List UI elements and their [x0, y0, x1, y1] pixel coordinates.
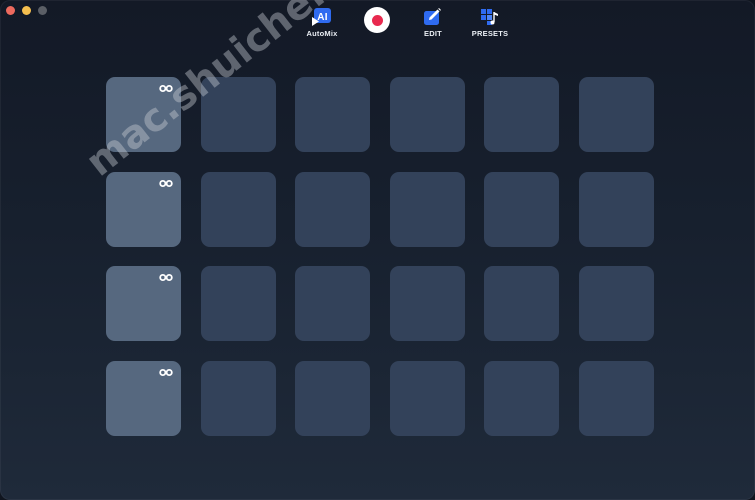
- automix-label: AutoMix: [306, 29, 338, 38]
- pad-24[interactable]: [578, 360, 654, 436]
- edit-label: EDIT: [424, 29, 442, 38]
- edit-button[interactable]: EDIT: [421, 8, 445, 38]
- presets-icon: [481, 9, 498, 25]
- record-button[interactable]: [364, 7, 390, 33]
- presets-label: PRESETS: [471, 29, 509, 38]
- pad-2[interactable]: [200, 77, 276, 152]
- pad-4[interactable]: [389, 77, 465, 152]
- edit-icon: [424, 8, 441, 25]
- window-controls: [6, 6, 47, 15]
- pad-8[interactable]: [200, 171, 276, 247]
- pad-3[interactable]: [295, 77, 370, 152]
- automix-button[interactable]: AI AutoMix: [306, 8, 338, 38]
- pad-1[interactable]: [106, 77, 181, 152]
- pad-grid: [106, 77, 654, 436]
- presets-button[interactable]: PRESETS: [472, 8, 508, 38]
- pad-15[interactable]: [295, 266, 370, 341]
- pad-16[interactable]: [389, 266, 465, 341]
- loop-icon: [159, 85, 173, 92]
- pad-12[interactable]: [578, 171, 654, 247]
- app-window: AI AutoMix EDIT PRESETS mac.shuiche.cc: [0, 0, 755, 500]
- automix-icon: AI: [312, 8, 331, 26]
- pad-17[interactable]: [484, 266, 559, 341]
- pad-7[interactable]: [106, 171, 181, 247]
- pad-9[interactable]: [295, 171, 370, 247]
- pad-19[interactable]: [106, 360, 181, 436]
- maximize-window-button[interactable]: [38, 6, 47, 15]
- pad-10[interactable]: [389, 171, 465, 247]
- pad-11[interactable]: [484, 171, 559, 247]
- pad-6[interactable]: [578, 77, 654, 152]
- minimize-window-button[interactable]: [22, 6, 31, 15]
- pad-20[interactable]: [200, 360, 276, 436]
- svg-text:AI: AI: [317, 12, 327, 23]
- loop-icon: [159, 368, 173, 376]
- pad-14[interactable]: [200, 266, 276, 341]
- pad-23[interactable]: [484, 360, 559, 436]
- loop-icon: [159, 179, 173, 187]
- pad-18[interactable]: [578, 266, 654, 341]
- pad-5[interactable]: [484, 77, 559, 152]
- pad-22[interactable]: [389, 360, 465, 436]
- loop-icon: [159, 274, 173, 281]
- pad-21[interactable]: [295, 360, 370, 436]
- pad-13[interactable]: [106, 266, 181, 341]
- record-dot-icon: [371, 14, 383, 26]
- close-window-button[interactable]: [6, 6, 15, 15]
